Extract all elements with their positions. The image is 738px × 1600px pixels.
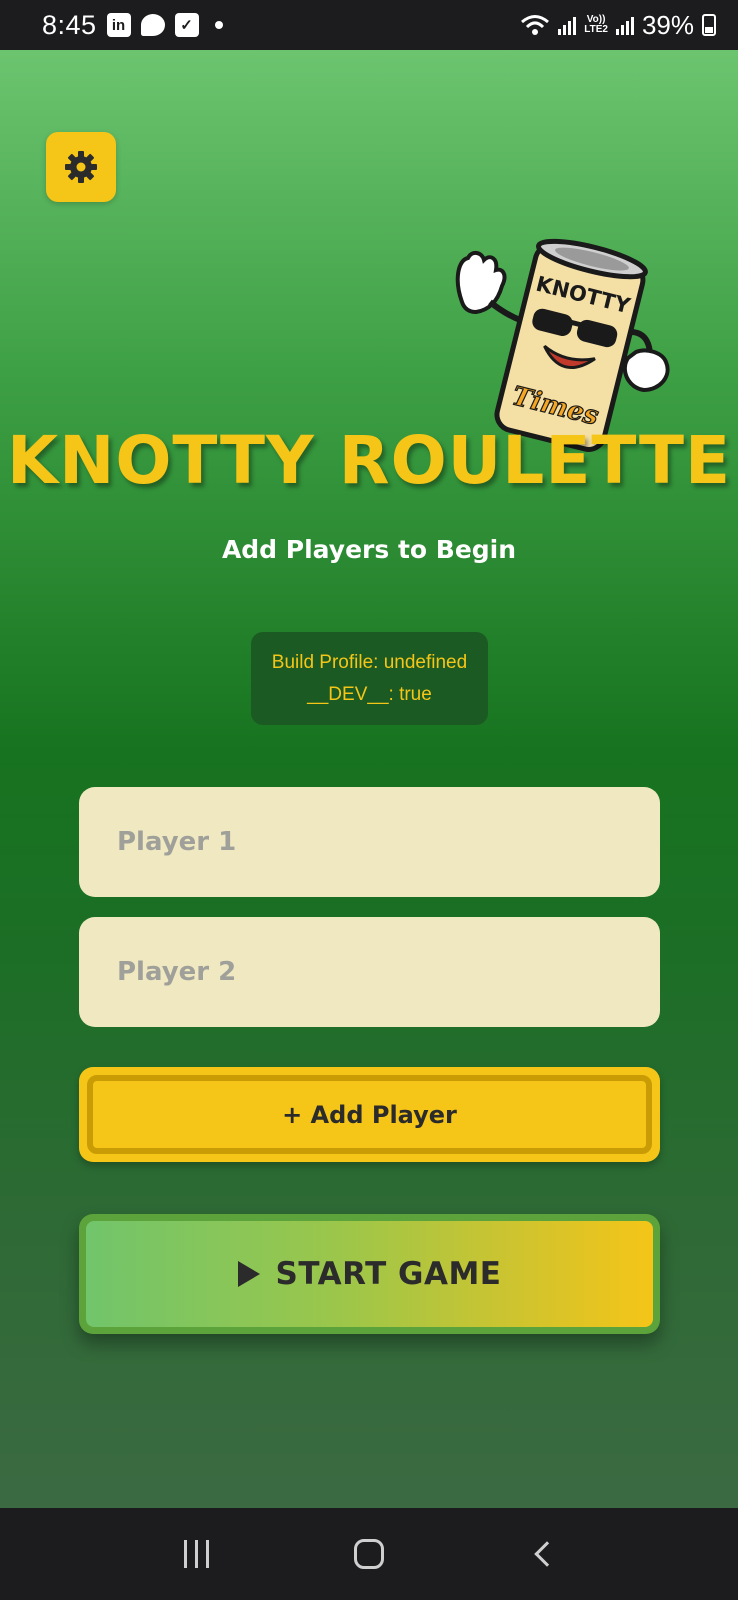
debug-build-profile: Build Profile: undefined [271, 651, 468, 673]
back-button[interactable] [512, 1524, 572, 1584]
battery-icon [702, 14, 716, 36]
home-icon [353, 1539, 384, 1569]
recents-button[interactable] [166, 1524, 226, 1584]
status-time: 8:45 [42, 9, 97, 40]
page-title: KNOTTY ROULETTE [6, 422, 732, 499]
page-subtitle: Add Players to Begin [221, 535, 517, 564]
back-icon [533, 1541, 560, 1567]
start-game-label: START GAME [275, 1256, 502, 1292]
linkedin-icon: in [106, 13, 131, 37]
network-label-bottom: LTE2 [584, 24, 608, 35]
home-button[interactable] [339, 1524, 399, 1584]
network-label: Vo)) LTE2 [584, 15, 608, 35]
settings-button[interactable] [46, 132, 116, 202]
gear-icon [65, 151, 97, 183]
checkbox-icon: ✓ [174, 13, 199, 37]
status-bar: 8:45 in ✓ Vo)) LTE2 39% [0, 0, 738, 50]
status-right: Vo)) LTE2 39% [520, 10, 716, 41]
wifi-icon [521, 15, 550, 35]
app-screen: KNOTTY Times KNOTTY ROULETTE Add Players… [0, 50, 738, 1508]
chat-bubble-icon [140, 14, 165, 36]
play-icon [237, 1261, 260, 1287]
notification-dot-icon [214, 21, 223, 29]
status-left: 8:45 in ✓ [42, 10, 223, 41]
battery-percent: 39% [641, 9, 694, 40]
start-game-button-inner: START GAME [86, 1221, 653, 1327]
debug-info-box: Build Profile: undefined __DEV__: true [251, 632, 488, 725]
system-nav-bar [0, 1508, 738, 1600]
player-2-input[interactable] [79, 917, 660, 1027]
player-1-input[interactable] [79, 787, 660, 897]
debug-dev-flag: __DEV__: true [307, 683, 432, 705]
start-game-button[interactable]: START GAME [79, 1214, 660, 1334]
signal-icon-2 [615, 15, 634, 35]
recents-icon [183, 1540, 209, 1568]
add-player-label: + Add Player [87, 1075, 652, 1154]
add-player-button[interactable]: + Add Player [79, 1067, 660, 1162]
signal-icon [558, 15, 577, 35]
